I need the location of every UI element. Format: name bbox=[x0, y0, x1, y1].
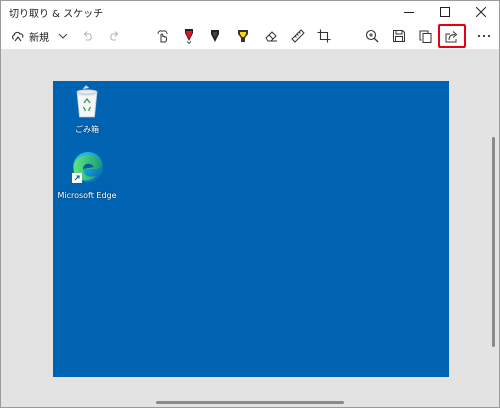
canvas-area: ごみ箱 Microsoft Edge bbox=[1, 49, 499, 407]
edge-label: Microsoft Edge bbox=[57, 191, 117, 200]
more-options-button[interactable] bbox=[473, 23, 495, 49]
toolbar: 新規 bbox=[1, 23, 499, 71]
pencil-button[interactable] bbox=[205, 23, 225, 49]
ruler-icon bbox=[291, 29, 305, 43]
zoom-button[interactable] bbox=[362, 23, 382, 49]
undo-icon bbox=[83, 31, 92, 41]
crop-icon bbox=[317, 29, 331, 43]
recycle-bin-shortcut[interactable]: ごみ箱 bbox=[52, 84, 122, 135]
new-snip-dropdown[interactable] bbox=[55, 23, 71, 49]
highlighter-icon bbox=[238, 30, 248, 42]
app-title: 切り取り & スケッチ bbox=[9, 9, 104, 20]
horizontal-scrollbar[interactable] bbox=[156, 401, 344, 404]
chevron-down-icon bbox=[58, 33, 68, 39]
touch-writing-icon bbox=[157, 30, 168, 43]
copy-icon bbox=[419, 30, 431, 43]
touch-writing-button[interactable] bbox=[153, 23, 173, 49]
maximize-icon bbox=[440, 7, 450, 17]
edge-icon bbox=[72, 152, 103, 183]
undo-button[interactable] bbox=[79, 23, 97, 49]
more-icon bbox=[477, 34, 491, 38]
eraser-button[interactable] bbox=[261, 23, 281, 49]
minimize-button[interactable] bbox=[391, 1, 427, 23]
snip-sketch-window: 切り取り & スケッチ 新規 ごみ箱 Microsoft Edge bbox=[0, 0, 500, 408]
recycle-bin-label: ごみ箱 bbox=[75, 125, 99, 134]
close-button[interactable] bbox=[463, 1, 499, 23]
eraser-icon bbox=[265, 31, 277, 42]
highlighter-button[interactable] bbox=[233, 23, 253, 49]
new-snip-label[interactable]: 新規 bbox=[29, 29, 49, 44]
redo-button[interactable] bbox=[105, 23, 123, 49]
recycle-bin-icon bbox=[76, 85, 98, 118]
new-snip-button[interactable] bbox=[9, 23, 27, 49]
copy-button[interactable] bbox=[415, 23, 435, 49]
redo-icon bbox=[110, 31, 119, 41]
ruler-button[interactable] bbox=[288, 23, 308, 49]
pencil-icon bbox=[211, 30, 219, 42]
ballpoint-pen-button[interactable] bbox=[179, 23, 199, 49]
close-icon bbox=[476, 7, 486, 17]
title-bar: 切り取り & スケッチ bbox=[1, 1, 499, 23]
new-snip-icon bbox=[12, 31, 24, 42]
ballpoint-pen-icon bbox=[185, 29, 193, 44]
save-icon bbox=[393, 30, 405, 42]
maximize-button[interactable] bbox=[427, 1, 463, 23]
share-button-highlight bbox=[438, 24, 466, 48]
zoom-icon bbox=[365, 29, 379, 43]
save-button[interactable] bbox=[389, 23, 409, 49]
edge-shortcut[interactable]: Microsoft Edge bbox=[52, 151, 122, 200]
minimize-icon bbox=[404, 12, 414, 13]
crop-button[interactable] bbox=[314, 23, 334, 49]
captured-screenshot: ごみ箱 Microsoft Edge bbox=[53, 81, 449, 377]
vertical-scrollbar[interactable] bbox=[492, 137, 495, 347]
